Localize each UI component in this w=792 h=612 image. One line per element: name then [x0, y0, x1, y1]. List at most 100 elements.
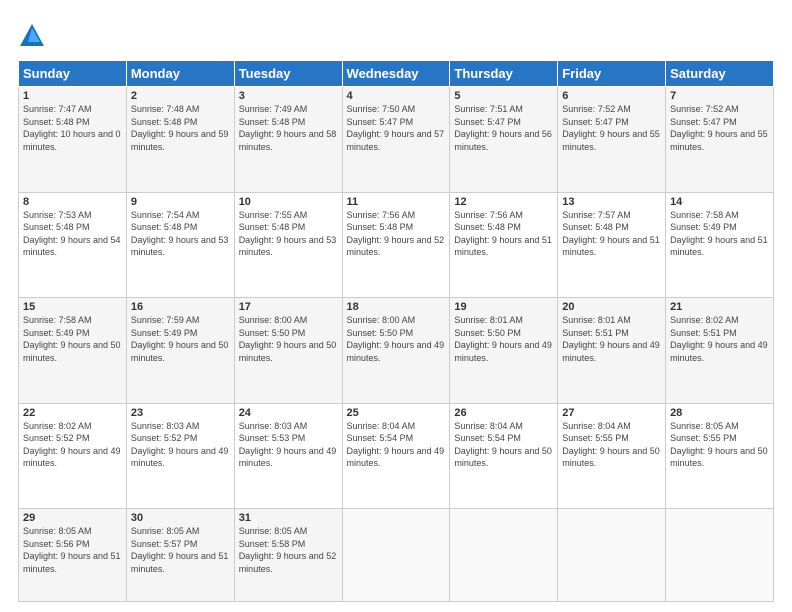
calendar-header-row: SundayMondayTuesdayWednesdayThursdayFrid…: [19, 61, 774, 87]
calendar-header-monday: Monday: [126, 61, 234, 87]
calendar-cell: 28 Sunrise: 8:05 AMSunset: 5:55 PMDaylig…: [666, 403, 774, 509]
calendar-cell: 8 Sunrise: 7:53 AMSunset: 5:48 PMDayligh…: [19, 192, 127, 298]
calendar-cell: 12 Sunrise: 7:56 AMSunset: 5:48 PMDaylig…: [450, 192, 558, 298]
day-info: Sunrise: 7:57 AMSunset: 5:48 PMDaylight:…: [562, 210, 660, 258]
calendar-cell: 4 Sunrise: 7:50 AMSunset: 5:47 PMDayligh…: [342, 87, 450, 193]
day-number: 18: [347, 301, 446, 313]
calendar-header-tuesday: Tuesday: [234, 61, 342, 87]
calendar-cell: 29 Sunrise: 8:05 AMSunset: 5:56 PMDaylig…: [19, 509, 127, 602]
day-number: 29: [23, 512, 122, 524]
day-number: 11: [347, 196, 446, 208]
day-number: 10: [239, 196, 338, 208]
day-number: 23: [131, 407, 230, 419]
day-number: 19: [454, 301, 553, 313]
calendar-cell: 22 Sunrise: 8:02 AMSunset: 5:52 PMDaylig…: [19, 403, 127, 509]
day-info: Sunrise: 7:54 AMSunset: 5:48 PMDaylight:…: [131, 210, 229, 258]
day-info: Sunrise: 7:56 AMSunset: 5:48 PMDaylight:…: [454, 210, 552, 258]
day-number: 4: [347, 90, 446, 102]
day-info: Sunrise: 8:04 AMSunset: 5:54 PMDaylight:…: [454, 421, 552, 469]
calendar-header-thursday: Thursday: [450, 61, 558, 87]
calendar-cell: 23 Sunrise: 8:03 AMSunset: 5:52 PMDaylig…: [126, 403, 234, 509]
day-number: 1: [23, 90, 122, 102]
day-info: Sunrise: 7:48 AMSunset: 5:48 PMDaylight:…: [131, 104, 229, 152]
day-info: Sunrise: 8:05 AMSunset: 5:55 PMDaylight:…: [670, 421, 768, 469]
day-info: Sunrise: 7:56 AMSunset: 5:48 PMDaylight:…: [347, 210, 445, 258]
day-number: 20: [562, 301, 661, 313]
day-number: 15: [23, 301, 122, 313]
day-number: 5: [454, 90, 553, 102]
day-info: Sunrise: 8:03 AMSunset: 5:52 PMDaylight:…: [131, 421, 229, 469]
calendar-header-friday: Friday: [558, 61, 666, 87]
day-info: Sunrise: 8:05 AMSunset: 5:57 PMDaylight:…: [131, 526, 229, 574]
day-info: Sunrise: 8:04 AMSunset: 5:54 PMDaylight:…: [347, 421, 445, 469]
day-info: Sunrise: 8:02 AMSunset: 5:52 PMDaylight:…: [23, 421, 121, 469]
day-number: 16: [131, 301, 230, 313]
calendar-header-sunday: Sunday: [19, 61, 127, 87]
day-number: 22: [23, 407, 122, 419]
calendar-cell: 16 Sunrise: 7:59 AMSunset: 5:49 PMDaylig…: [126, 298, 234, 404]
day-number: 13: [562, 196, 661, 208]
day-number: 27: [562, 407, 661, 419]
page: SundayMondayTuesdayWednesdayThursdayFrid…: [0, 0, 792, 612]
calendar-cell: 27 Sunrise: 8:04 AMSunset: 5:55 PMDaylig…: [558, 403, 666, 509]
calendar-cell: 18 Sunrise: 8:00 AMSunset: 5:50 PMDaylig…: [342, 298, 450, 404]
calendar-cell: [450, 509, 558, 602]
day-info: Sunrise: 8:02 AMSunset: 5:51 PMDaylight:…: [670, 315, 768, 363]
day-info: Sunrise: 7:53 AMSunset: 5:48 PMDaylight:…: [23, 210, 121, 258]
calendar-cell: 7 Sunrise: 7:52 AMSunset: 5:47 PMDayligh…: [666, 87, 774, 193]
logo: [18, 22, 50, 50]
calendar-cell: 13 Sunrise: 7:57 AMSunset: 5:48 PMDaylig…: [558, 192, 666, 298]
day-info: Sunrise: 7:58 AMSunset: 5:49 PMDaylight:…: [670, 210, 768, 258]
calendar-cell: 1 Sunrise: 7:47 AMSunset: 5:48 PMDayligh…: [19, 87, 127, 193]
calendar-cell: 26 Sunrise: 8:04 AMSunset: 5:54 PMDaylig…: [450, 403, 558, 509]
day-info: Sunrise: 7:50 AMSunset: 5:47 PMDaylight:…: [347, 104, 445, 152]
day-info: Sunrise: 8:05 AMSunset: 5:56 PMDaylight:…: [23, 526, 121, 574]
calendar-cell: 24 Sunrise: 8:03 AMSunset: 5:53 PMDaylig…: [234, 403, 342, 509]
calendar-cell: 31 Sunrise: 8:05 AMSunset: 5:58 PMDaylig…: [234, 509, 342, 602]
day-number: 26: [454, 407, 553, 419]
calendar-week-row: 1 Sunrise: 7:47 AMSunset: 5:48 PMDayligh…: [19, 87, 774, 193]
day-info: Sunrise: 7:59 AMSunset: 5:49 PMDaylight:…: [131, 315, 229, 363]
calendar-header-saturday: Saturday: [666, 61, 774, 87]
day-info: Sunrise: 8:00 AMSunset: 5:50 PMDaylight:…: [239, 315, 337, 363]
day-info: Sunrise: 7:58 AMSunset: 5:49 PMDaylight:…: [23, 315, 121, 363]
day-number: 6: [562, 90, 661, 102]
day-info: Sunrise: 8:00 AMSunset: 5:50 PMDaylight:…: [347, 315, 445, 363]
day-info: Sunrise: 8:01 AMSunset: 5:51 PMDaylight:…: [562, 315, 660, 363]
day-number: 3: [239, 90, 338, 102]
calendar-week-row: 15 Sunrise: 7:58 AMSunset: 5:49 PMDaylig…: [19, 298, 774, 404]
calendar-cell: 25 Sunrise: 8:04 AMSunset: 5:54 PMDaylig…: [342, 403, 450, 509]
calendar-cell: [342, 509, 450, 602]
day-info: Sunrise: 7:52 AMSunset: 5:47 PMDaylight:…: [562, 104, 660, 152]
day-number: 17: [239, 301, 338, 313]
calendar-week-row: 8 Sunrise: 7:53 AMSunset: 5:48 PMDayligh…: [19, 192, 774, 298]
calendar-cell: 11 Sunrise: 7:56 AMSunset: 5:48 PMDaylig…: [342, 192, 450, 298]
day-number: 2: [131, 90, 230, 102]
calendar-cell: 30 Sunrise: 8:05 AMSunset: 5:57 PMDaylig…: [126, 509, 234, 602]
day-number: 31: [239, 512, 338, 524]
day-info: Sunrise: 8:01 AMSunset: 5:50 PMDaylight:…: [454, 315, 552, 363]
calendar-cell: 2 Sunrise: 7:48 AMSunset: 5:48 PMDayligh…: [126, 87, 234, 193]
day-number: 30: [131, 512, 230, 524]
calendar-cell: 20 Sunrise: 8:01 AMSunset: 5:51 PMDaylig…: [558, 298, 666, 404]
calendar-cell: [666, 509, 774, 602]
header: [18, 18, 774, 50]
calendar-cell: 6 Sunrise: 7:52 AMSunset: 5:47 PMDayligh…: [558, 87, 666, 193]
day-number: 12: [454, 196, 553, 208]
day-number: 7: [670, 90, 769, 102]
calendar-header-wednesday: Wednesday: [342, 61, 450, 87]
calendar: SundayMondayTuesdayWednesdayThursdayFrid…: [18, 60, 774, 602]
day-info: Sunrise: 7:52 AMSunset: 5:47 PMDaylight:…: [670, 104, 768, 152]
day-number: 8: [23, 196, 122, 208]
calendar-cell: 19 Sunrise: 8:01 AMSunset: 5:50 PMDaylig…: [450, 298, 558, 404]
calendar-cell: 14 Sunrise: 7:58 AMSunset: 5:49 PMDaylig…: [666, 192, 774, 298]
calendar-cell: 10 Sunrise: 7:55 AMSunset: 5:48 PMDaylig…: [234, 192, 342, 298]
day-info: Sunrise: 7:51 AMSunset: 5:47 PMDaylight:…: [454, 104, 552, 152]
day-number: 28: [670, 407, 769, 419]
calendar-week-row: 22 Sunrise: 8:02 AMSunset: 5:52 PMDaylig…: [19, 403, 774, 509]
day-info: Sunrise: 7:49 AMSunset: 5:48 PMDaylight:…: [239, 104, 337, 152]
calendar-cell: 9 Sunrise: 7:54 AMSunset: 5:48 PMDayligh…: [126, 192, 234, 298]
calendar-cell: 17 Sunrise: 8:00 AMSunset: 5:50 PMDaylig…: [234, 298, 342, 404]
logo-icon: [18, 22, 46, 50]
calendar-cell: 15 Sunrise: 7:58 AMSunset: 5:49 PMDaylig…: [19, 298, 127, 404]
